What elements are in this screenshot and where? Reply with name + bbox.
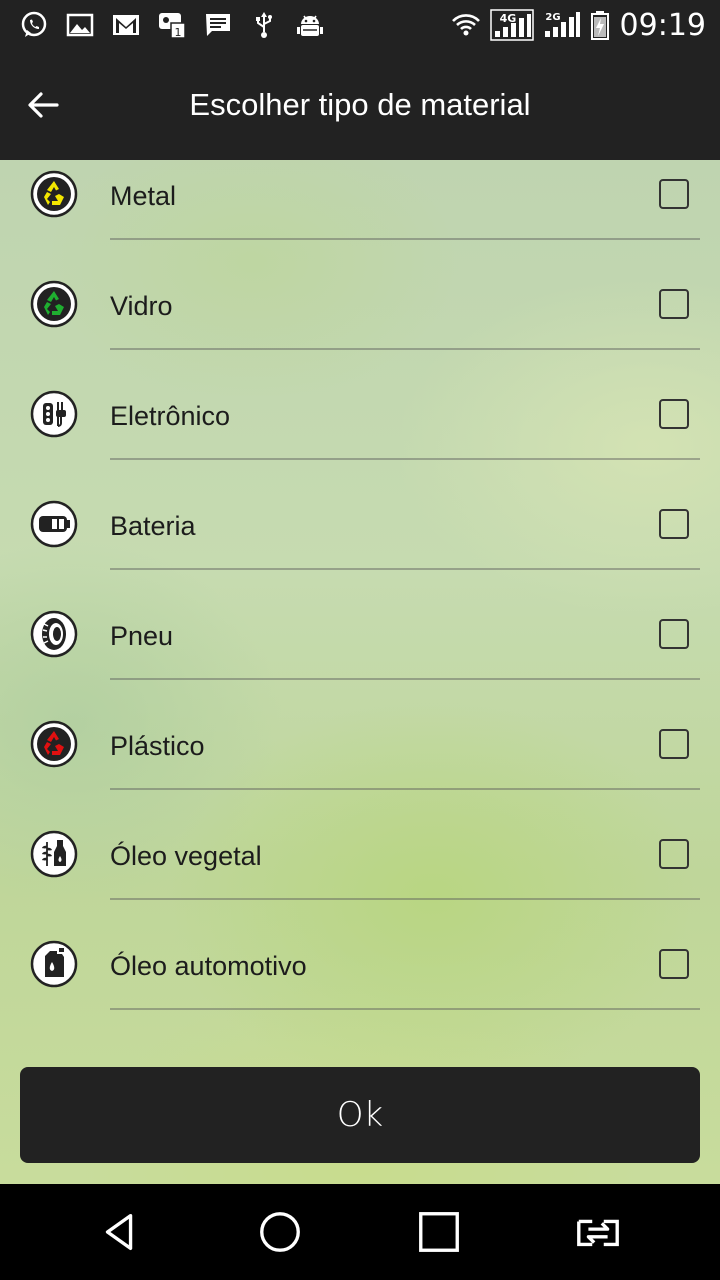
material-checkbox[interactable] <box>659 179 689 209</box>
clock: 09:19 <box>619 7 706 43</box>
battery-icon <box>30 500 78 548</box>
material-item-pneu[interactable]: Pneu <box>0 593 720 703</box>
divider <box>110 348 700 350</box>
notification-icons: 1 <box>18 0 326 50</box>
material-label: Óleo vegetal <box>110 841 262 871</box>
material-label: Bateria <box>110 511 196 541</box>
nav-home-button[interactable] <box>250 1202 310 1262</box>
material-item-vidro[interactable]: Vidro <box>0 263 720 373</box>
material-label: Metal <box>110 181 177 211</box>
system-status-icons: 4G 2G 09:19 <box>450 0 706 50</box>
material-checkbox[interactable] <box>659 399 689 429</box>
material-item-plastico[interactable]: Plástico <box>0 703 720 813</box>
material-checkbox[interactable] <box>659 839 689 869</box>
wifi-icon <box>450 9 482 41</box>
material-item-metal[interactable]: Metal <box>0 160 720 263</box>
back-triangle-icon <box>105 1214 133 1250</box>
content-area: Metal Vidro Eletrônico Bateria Pneu Plás… <box>0 160 720 1184</box>
home-circle-icon <box>260 1212 300 1252</box>
material-item-oleo-vegetal[interactable]: Óleo vegetal <box>0 813 720 923</box>
message-icon <box>202 9 234 41</box>
usb-icon <box>248 9 280 41</box>
material-item-oleo-automotivo[interactable]: Óleo automotivo <box>0 923 720 1033</box>
status-bar: 1 4G 2G 09:19 <box>0 0 720 50</box>
divider <box>110 568 700 570</box>
recycle-yellow-icon <box>30 170 78 218</box>
material-label: Pneu <box>110 621 174 651</box>
navigation-bar <box>0 1184 720 1280</box>
whatsapp-icon <box>18 9 50 41</box>
material-label: Eletrônico <box>110 401 231 431</box>
material-checkbox[interactable] <box>659 289 689 319</box>
vegetable-oil-icon <box>30 830 78 878</box>
material-checkbox[interactable] <box>659 619 689 649</box>
switch-app-icon <box>577 1219 619 1247</box>
divider <box>110 678 700 680</box>
signal-2g-icon: 2G <box>542 9 582 41</box>
gmail-icon <box>110 9 142 41</box>
material-label: Óleo automotivo <box>110 951 307 981</box>
electronic-plug-icon <box>30 390 78 438</box>
divider <box>110 1008 700 1010</box>
ok-button[interactable]: Ok <box>20 1067 700 1163</box>
divider <box>110 898 700 900</box>
chat-notification-icon: 1 <box>156 9 188 41</box>
material-checkbox[interactable] <box>659 949 689 979</box>
material-list: Metal Vidro Eletrônico Bateria Pneu Plás… <box>0 160 720 1040</box>
back-button[interactable] <box>18 80 68 130</box>
recycle-green-icon <box>30 280 78 328</box>
material-checkbox[interactable] <box>659 729 689 759</box>
motor-oil-icon <box>30 940 78 988</box>
nav-recents-button[interactable] <box>409 1202 469 1262</box>
material-checkbox[interactable] <box>659 509 689 539</box>
divider <box>110 238 700 240</box>
material-label: Plástico <box>110 731 205 761</box>
signal-4g-icon: 4G <box>489 9 534 41</box>
tire-icon <box>30 610 78 658</box>
material-label: Vidro <box>110 291 173 321</box>
nav-back-button[interactable] <box>90 1202 150 1262</box>
android-debug-icon <box>294 9 326 41</box>
svg-text:1: 1 <box>175 26 182 39</box>
arrow-back-icon <box>28 92 59 118</box>
battery-charging-icon <box>590 9 610 41</box>
image-icon <box>64 9 96 41</box>
material-item-eletronico[interactable]: Eletrônico <box>0 373 720 483</box>
recycle-red-icon <box>30 720 78 768</box>
divider <box>110 458 700 460</box>
network-2g-label: 2G <box>545 12 560 23</box>
app-bar: Escolher tipo de material <box>0 50 720 160</box>
divider <box>110 788 700 790</box>
material-item-bateria[interactable]: Bateria <box>0 483 720 593</box>
nav-switch-app-button[interactable] <box>568 1202 628 1262</box>
recents-square-icon <box>419 1212 459 1252</box>
page-title: Escolher tipo de material <box>189 87 531 122</box>
